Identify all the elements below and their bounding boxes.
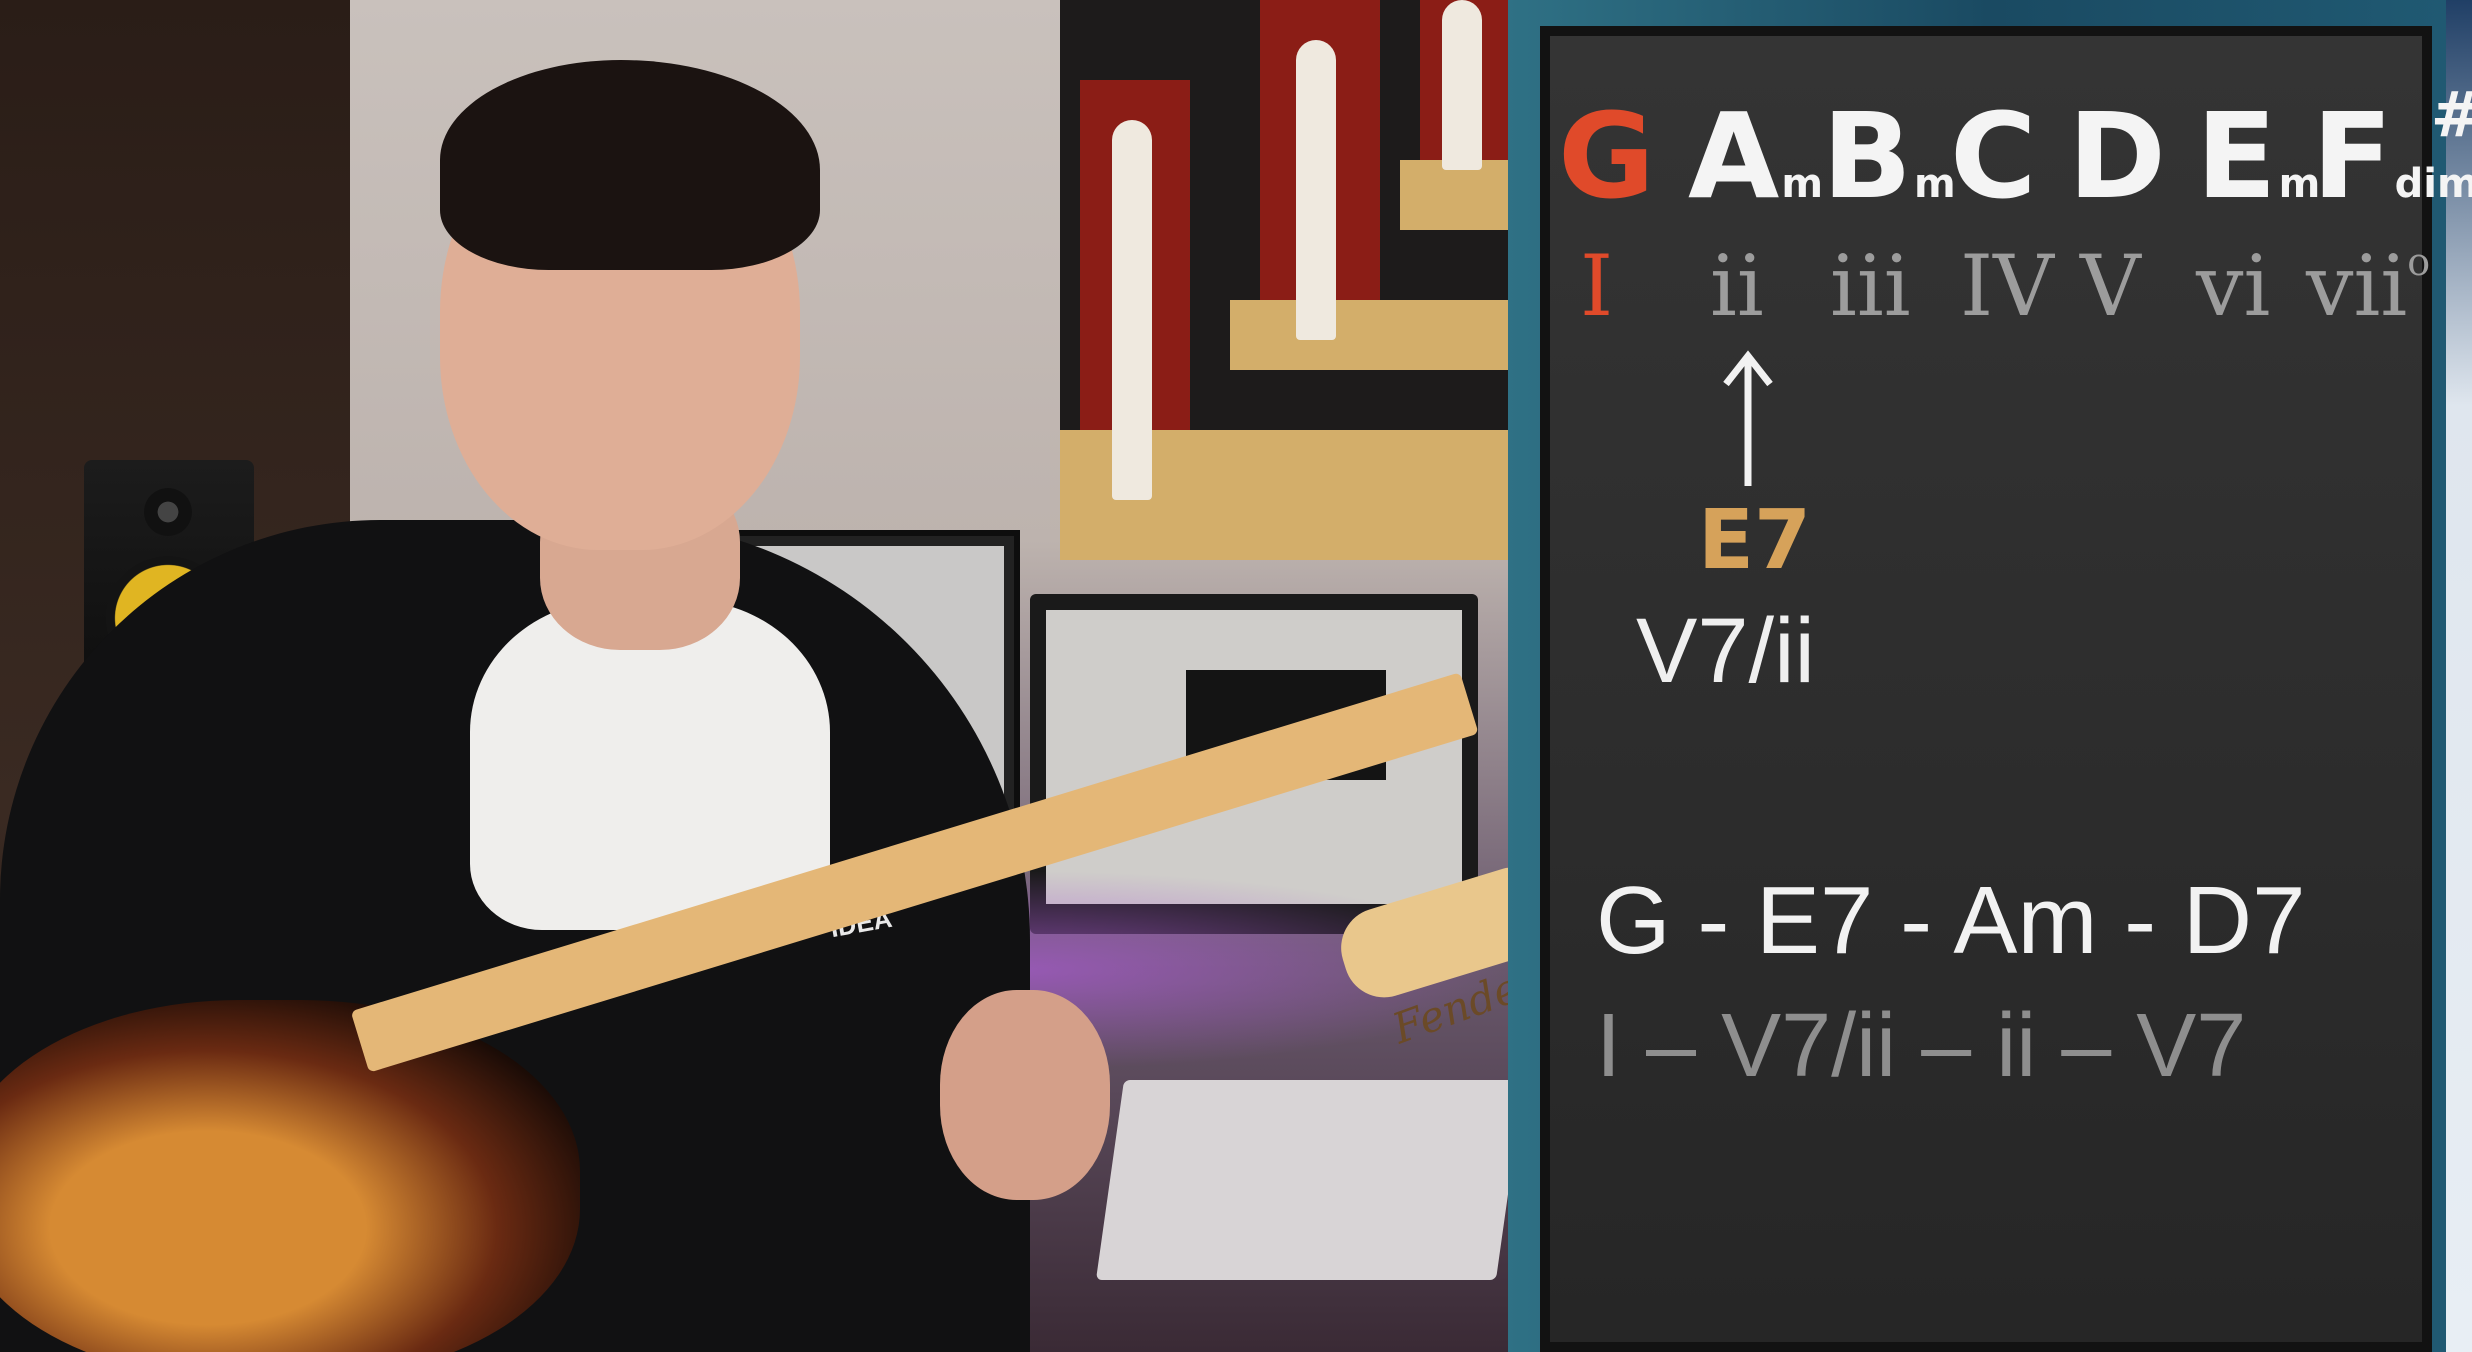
video-scene: IDEA Fender [0, 0, 1508, 1352]
chord-root: B [1822, 87, 1912, 225]
degree-sign: o [2407, 240, 2431, 284]
chord-c: C [1950, 96, 2039, 216]
chord-em: Em [2196, 96, 2320, 216]
up-arrow-icon [1723, 350, 1773, 486]
chord-progression: G - E7 - Am - D7 [1596, 867, 2306, 974]
numeral-v: V [2080, 237, 2141, 335]
numeral-vii-dim: viio [2306, 236, 2430, 352]
chord-root: C [1950, 87, 2037, 225]
numeral-iii: iii [1830, 237, 1911, 335]
sharp-sign: # [2431, 84, 2472, 146]
chord-f-sharp-dim: Fdim # [2312, 84, 2472, 217]
chord-am: Am [1688, 96, 1823, 216]
chord-g: G [1558, 96, 1657, 216]
chord-row: G Am Bm C D Em Fdim # [1550, 84, 2472, 236]
numeral-i: I [1580, 237, 1614, 335]
chord-root: A [1688, 87, 1780, 225]
chord-d: D [2068, 96, 2168, 216]
fretting-hand [940, 990, 1110, 1200]
chord-root: D [2068, 87, 2166, 225]
video-frame[interactable]: IDEA Fender G Am Bm C D Em Fdim I ii iii… [0, 0, 2472, 1352]
wall-painting [1060, 0, 1508, 560]
chord-quality: m [1781, 161, 1824, 207]
guitar-body [0, 1000, 580, 1352]
progression-functions: I – V7/ii – ii – V7 [1596, 996, 2247, 1096]
secondary-dominant-chord: E7 [1698, 493, 1812, 588]
chord-bm: Bm [1822, 96, 1956, 216]
chalkboard: G Am Bm C D Em Fdim # I ii [1540, 26, 2472, 1352]
numeral-vi: vi [2196, 237, 2271, 335]
chord-quality: dim [2394, 161, 2472, 207]
numeral-text: vii [2306, 237, 2408, 335]
numeral-iv: IV [1960, 237, 2054, 335]
synth-keyboard [1095, 1080, 1508, 1280]
chord-root: G [1558, 87, 1655, 225]
numeral-row: I ii iii IV V vi viio [1550, 236, 2442, 346]
chord-root: E [2196, 87, 2277, 225]
chord-root: F [2312, 87, 2393, 225]
numeral-ii: ii [1710, 237, 1764, 335]
secondary-dominant-function: V7/ii [1636, 600, 1815, 702]
person-hair [440, 60, 820, 270]
